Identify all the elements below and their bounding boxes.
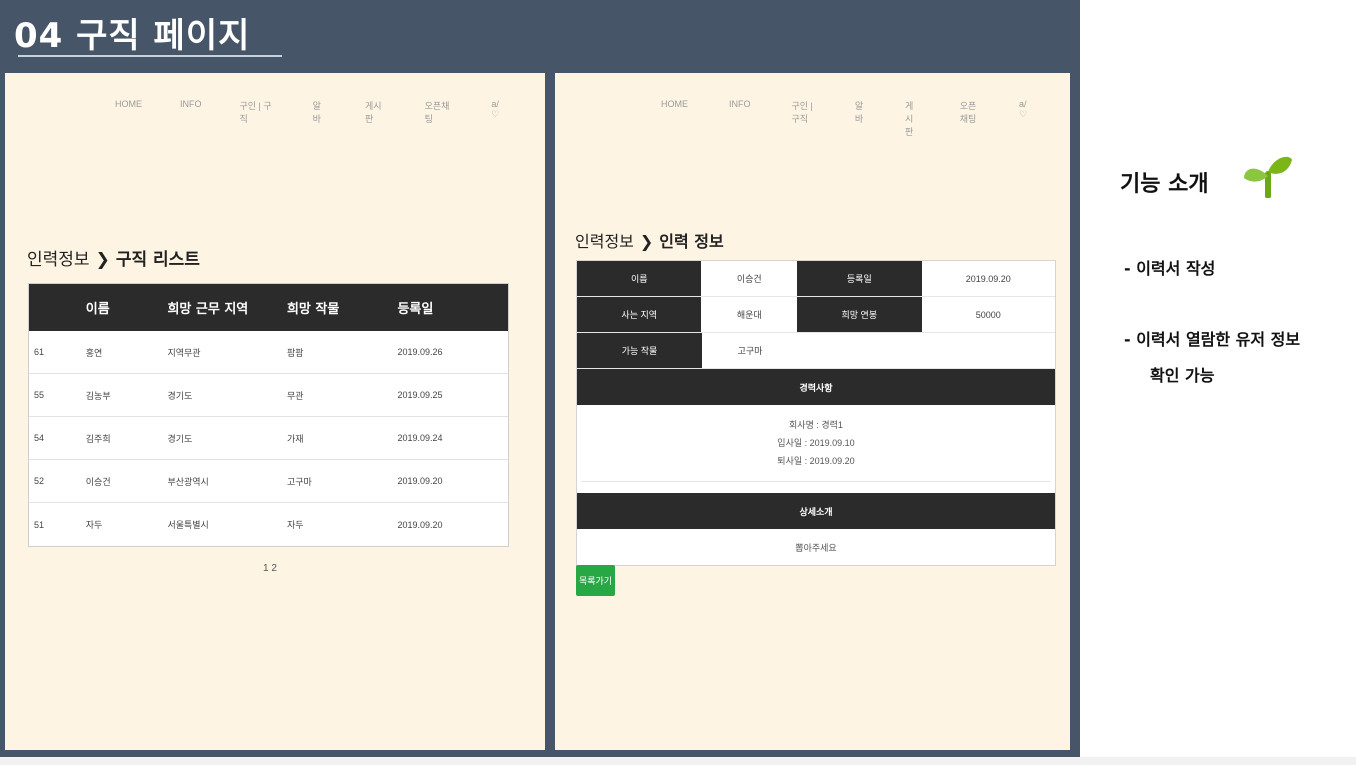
table-row[interactable]: 61 홍연 지역무관 팜팜 2019.09.26 bbox=[29, 331, 508, 374]
nav-info[interactable]: INFO bbox=[729, 99, 751, 138]
cell-no: 55 bbox=[34, 390, 45, 400]
bottom-strip bbox=[0, 757, 1356, 765]
cell-crop: 자두 bbox=[286, 520, 304, 530]
cell-name[interactable]: 김농부 bbox=[86, 389, 168, 402]
cell-crop: 고구마 bbox=[286, 476, 312, 487]
nav-parttime[interactable]: 알바 bbox=[855, 99, 864, 138]
cell-crop: 가재 bbox=[286, 433, 304, 444]
cell-region: 서울특별시 bbox=[167, 520, 209, 530]
nav-openchat[interactable]: 오픈채팅 bbox=[425, 99, 454, 125]
breadcrumb: 인력정보 ❯ 구직 리스트 bbox=[27, 245, 200, 270]
resume-detail-table: 이름 이승건 등록일 2019.09.20 사는 지역 해운대 희망 연봉 50… bbox=[576, 260, 1056, 566]
detail-page-screenshot: HOME INFO 구인 | 구직 알바 게시판 오픈채팅 a/ ♡ 인력정보 ❯… bbox=[555, 73, 1070, 750]
job-seeker-table: 이름 희망 근무 지역 희망 작물 등록일 61 홍연 지역무관 팜팜 2019… bbox=[28, 283, 509, 547]
chevron-right-icon: ❯ bbox=[95, 250, 110, 270]
nav-board[interactable]: 게시판 bbox=[905, 99, 919, 138]
table-header: 이름 희망 근무 지역 희망 작물 등록일 bbox=[29, 284, 508, 331]
nav-recruit[interactable]: 구인 | 구직 bbox=[792, 99, 814, 138]
cell-no: 54 bbox=[34, 433, 45, 443]
header-crop: 희망 작물 bbox=[286, 302, 340, 317]
header-date: 등록일 bbox=[397, 302, 434, 317]
cell-date: 2019.09.25 bbox=[397, 390, 443, 400]
nav-openchat[interactable]: 오픈채팅 bbox=[960, 99, 978, 138]
date-value: 2019.09.20 bbox=[965, 273, 1011, 284]
chevron-right-icon: ❯ bbox=[639, 232, 654, 251]
cell-no: 52 bbox=[34, 476, 45, 486]
detail-row: 사는 지역 해운대 희망 연봉 50000 bbox=[577, 297, 1055, 333]
slide-title: 04 구직 페이지 bbox=[14, 16, 251, 56]
slide-background: 04 구직 페이지 HOME INFO 구인 | 구직 알바 게시판 오픈채팅 … bbox=[0, 0, 1080, 757]
table-row[interactable]: 51 자두 서울특별시 자두 2019.09.20 bbox=[29, 503, 508, 546]
cell-region: 경기도 bbox=[167, 433, 193, 444]
cell-name[interactable]: 이승건 bbox=[86, 475, 168, 488]
feature-item-write-resume: - 이력서 작성 bbox=[1124, 259, 1216, 278]
crop-label: 가능 작물 bbox=[577, 333, 702, 368]
breadcrumb-parent[interactable]: 인력정보 bbox=[575, 232, 634, 251]
cell-crop: 무관 bbox=[286, 390, 304, 401]
nav-parttime[interactable]: 알바 bbox=[313, 99, 327, 125]
breadcrumb-current: 인력 정보 bbox=[659, 232, 724, 251]
pagination[interactable]: 1 2 bbox=[263, 563, 277, 574]
top-nav: HOME INFO 구인 | 구직 알바 게시판 오픈채팅 a/ ♡ bbox=[661, 99, 1070, 138]
name-label: 이름 bbox=[577, 261, 702, 296]
table-row[interactable]: 54 김주희 경기도 가재 2019.09.24 bbox=[29, 417, 508, 460]
career-header: 경력사항 bbox=[577, 369, 1055, 405]
sprout-icon bbox=[1244, 156, 1292, 198]
detail-row: 가능 작물 고구마 bbox=[577, 333, 1055, 369]
features-title: 기능 소개 bbox=[1120, 172, 1209, 197]
nav-recruit[interactable]: 구인 | 구직 bbox=[240, 99, 275, 125]
cell-no: 61 bbox=[34, 347, 45, 357]
cell-date: 2019.09.24 bbox=[397, 433, 443, 443]
table-row[interactable]: 55 김농부 경기도 무관 2019.09.25 bbox=[29, 374, 508, 417]
cell-name[interactable]: 홍연 bbox=[86, 346, 168, 359]
cell-region: 지역무관 bbox=[167, 347, 201, 358]
feature-item-viewer-info: - 이력서 열람한 유저 정보 bbox=[1124, 330, 1301, 349]
breadcrumb: 인력정보 ❯ 인력 정보 bbox=[575, 228, 724, 252]
cell-name[interactable]: 김주희 bbox=[86, 432, 168, 445]
cell-region: 부산광역시 bbox=[167, 476, 209, 487]
breadcrumb-parent[interactable]: 인력정보 bbox=[27, 250, 90, 270]
career-end-date: 퇴사일 : 2019.09.20 bbox=[777, 456, 855, 466]
name-value: 이승건 bbox=[736, 274, 762, 284]
cell-date: 2019.09.20 bbox=[397, 476, 443, 486]
nav-info[interactable]: INFO bbox=[180, 99, 202, 125]
career-company: 회사명 : 경력1 bbox=[789, 420, 843, 430]
header-region: 희망 근무 지역 bbox=[167, 302, 249, 317]
cell-region: 경기도 bbox=[167, 390, 193, 401]
nav-home[interactable]: HOME bbox=[115, 99, 142, 125]
career-start-date: 입사일 : 2019.09.10 bbox=[777, 438, 855, 448]
cell-name[interactable]: 자두 bbox=[86, 518, 168, 531]
region-value: 해운대 bbox=[736, 310, 762, 320]
feature-item-viewer-info-cont: 확인 가능 bbox=[1150, 366, 1215, 385]
table-row[interactable]: 52 이승건 부산광역시 고구마 2019.09.20 bbox=[29, 460, 508, 503]
detail-row: 이름 이승건 등록일 2019.09.20 bbox=[577, 261, 1055, 297]
cell-no: 51 bbox=[34, 519, 45, 530]
salary-value: 50000 bbox=[975, 309, 1001, 320]
salary-label: 희망 연봉 bbox=[797, 297, 922, 332]
top-nav: HOME INFO 구인 | 구직 알바 게시판 오픈채팅 a/ ♡ bbox=[115, 99, 545, 125]
intro-text: 뽑아주세요 bbox=[795, 542, 837, 553]
header-name: 이름 bbox=[85, 302, 110, 317]
cell-crop: 팜팜 bbox=[286, 347, 304, 358]
cell-date: 2019.09.20 bbox=[397, 519, 443, 530]
list-page-screenshot: HOME INFO 구인 | 구직 알바 게시판 오픈채팅 a/ ♡ 인력정보 ❯… bbox=[5, 73, 545, 750]
title-underline bbox=[18, 55, 282, 57]
crop-value: 고구마 bbox=[737, 346, 763, 356]
career-content: 회사명 : 경력1 입사일 : 2019.09.10 퇴사일 : 2019.09… bbox=[581, 405, 1051, 482]
breadcrumb-current: 구직 리스트 bbox=[115, 250, 200, 270]
nav-home[interactable]: HOME bbox=[661, 99, 688, 138]
intro-header: 상세소개 bbox=[577, 493, 1055, 529]
back-to-list-button[interactable]: 목록가기 bbox=[576, 565, 615, 596]
nav-user[interactable]: a/ ♡ bbox=[491, 99, 507, 125]
date-label: 등록일 bbox=[797, 261, 922, 296]
region-label: 사는 지역 bbox=[577, 297, 702, 332]
cell-date: 2019.09.26 bbox=[397, 347, 443, 357]
nav-user[interactable]: a/ ♡ bbox=[1019, 99, 1029, 138]
nav-board[interactable]: 게시판 bbox=[365, 99, 387, 125]
